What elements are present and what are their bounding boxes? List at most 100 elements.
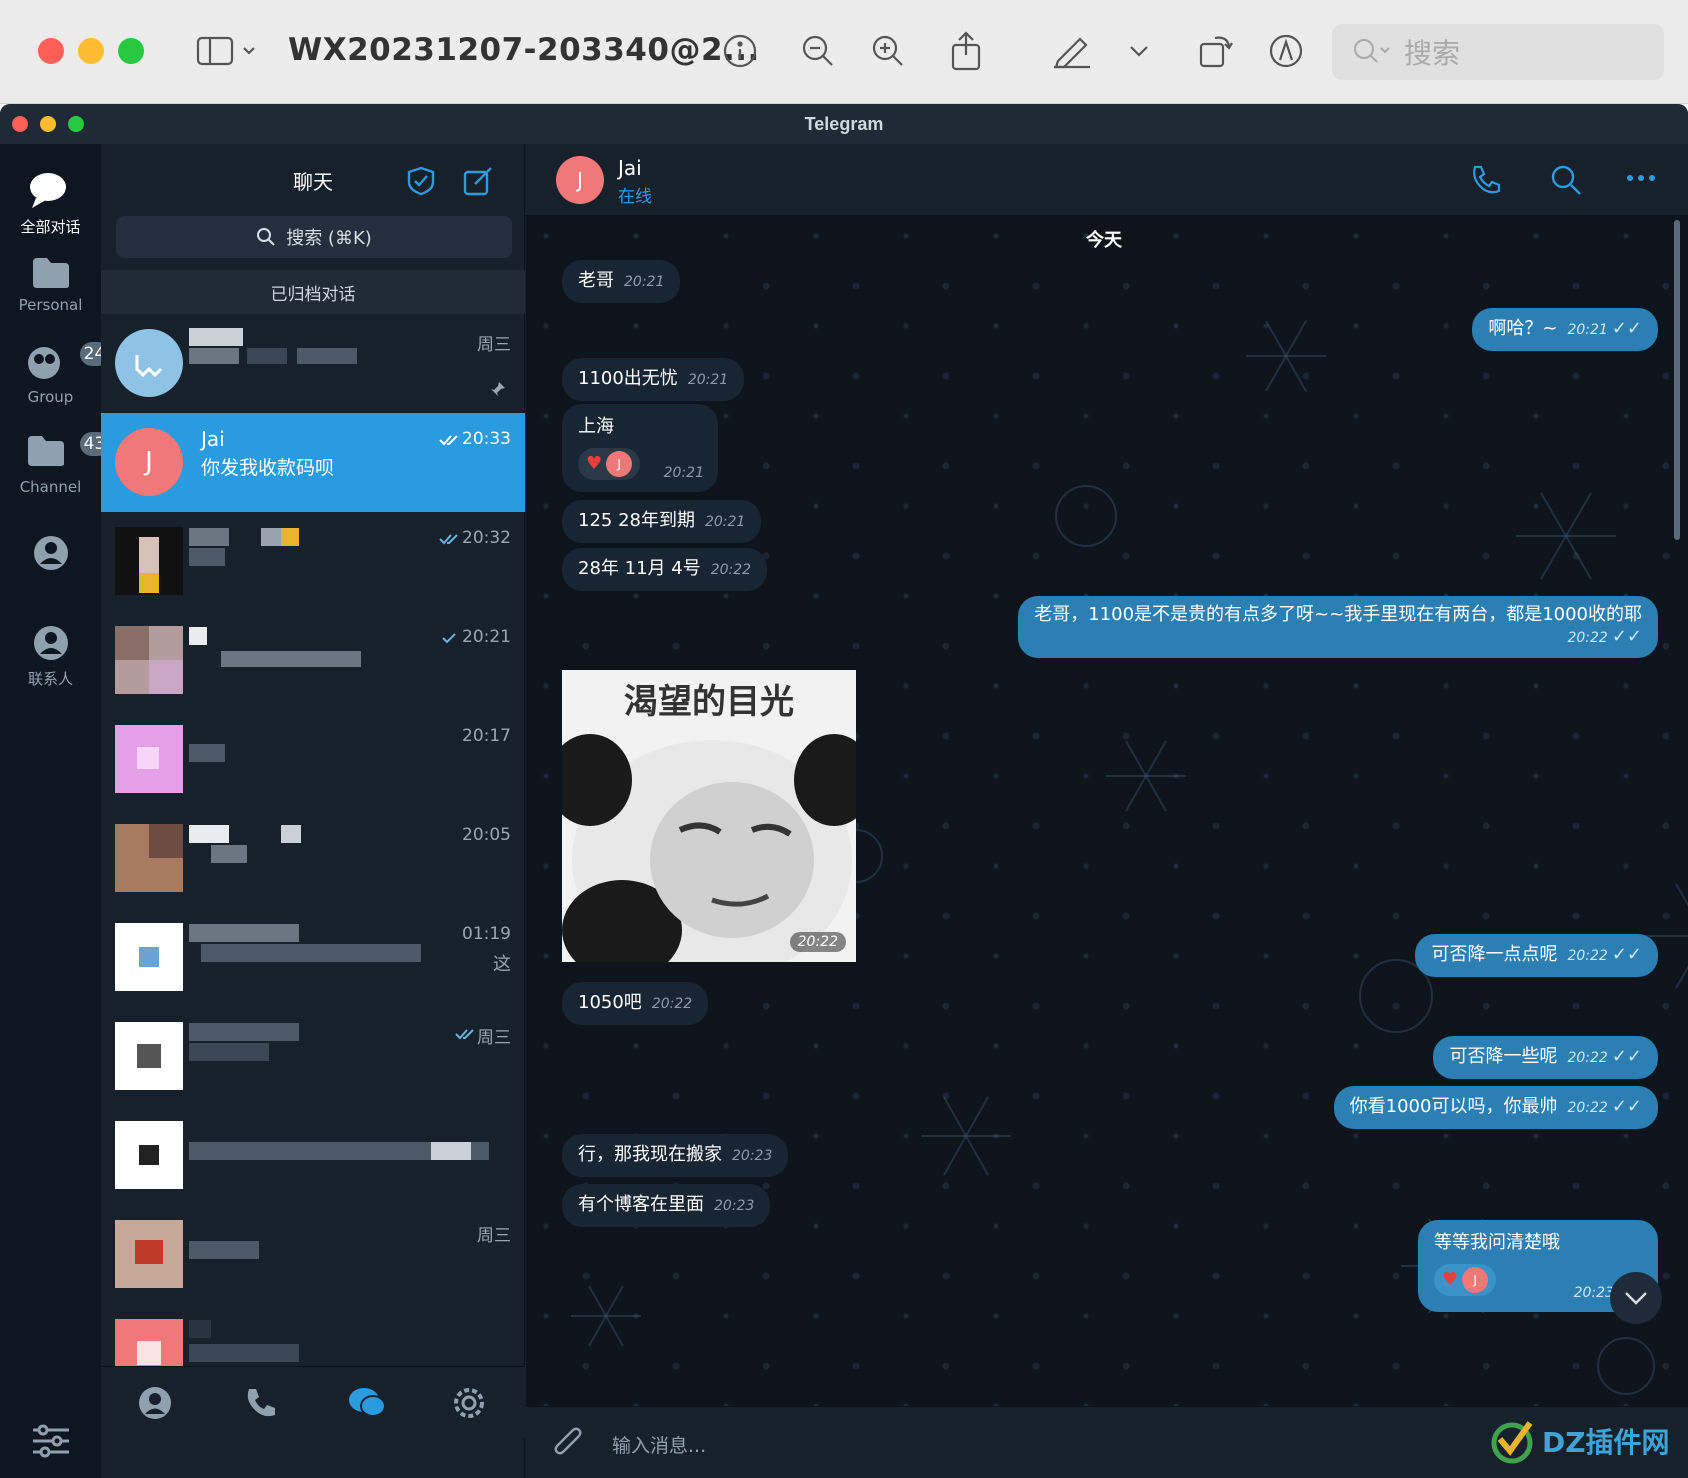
info-icon[interactable] <box>720 28 760 74</box>
message-input[interactable]: 输入消息... <box>612 1431 706 1458</box>
double-check-icon <box>439 534 458 545</box>
more-menu-icon[interactable] <box>1626 172 1656 184</box>
settings-gear-icon[interactable] <box>451 1385 487 1421</box>
message-bubble-out[interactable]: 可否降一些呢 20:22 ✓✓ <box>1433 1036 1658 1079</box>
avatar <box>115 527 183 595</box>
message-time: 20:23 <box>714 1198 755 1214</box>
chat-row[interactable]: 20:17 <box>101 710 525 809</box>
telegram-titlebar: Telegram <box>0 104 1688 144</box>
markup-pen-icon[interactable] <box>1050 28 1094 74</box>
message-time: 20:21 <box>663 465 704 481</box>
watermark-logo: DZ插件网 <box>1490 1417 1670 1465</box>
tg-close-button[interactable] <box>12 116 28 132</box>
chat-row[interactable]: 周三 <box>101 1007 525 1106</box>
rotate-icon[interactable] <box>1196 28 1236 74</box>
avatar[interactable]: J <box>556 156 604 204</box>
chat-row[interactable] <box>101 1106 525 1205</box>
message-bubble-in[interactable]: 行，那我现在搬家 20:23 <box>562 1134 789 1177</box>
message-bubble-out[interactable]: 老哥，1100是不是贵的有点多了呀~~我手里现在有两台，都是1000收的耶 20… <box>1018 596 1658 658</box>
avatar: J <box>115 428 183 496</box>
message-bubble-out[interactable]: 可否降一点点呢 20:22 ✓✓ <box>1415 934 1658 977</box>
contact-status: 在线 <box>618 187 652 207</box>
message-bubble-in[interactable]: 老哥 20:21 <box>562 260 681 303</box>
close-window-button[interactable] <box>38 38 64 64</box>
chat-row-jai[interactable]: J Jai 你发我收款码呗 20:33 <box>101 413 525 512</box>
folder-channel[interactable]: 43 Channel <box>0 430 112 496</box>
chat-row[interactable]: 周三 <box>101 314 525 413</box>
minimize-window-button[interactable] <box>78 38 104 64</box>
folder-personal[interactable]: Personal <box>0 256 101 314</box>
avatar <box>115 1220 183 1288</box>
markup-dropdown-icon[interactable] <box>1124 28 1154 74</box>
folder-custom[interactable] <box>0 534 101 572</box>
read-check-icon: ✓✓ <box>1611 1046 1642 1067</box>
message-time: 20:23 <box>1573 1285 1614 1301</box>
message-time: 20:21 <box>624 274 665 290</box>
attach-paperclip-icon[interactable] <box>552 1427 584 1461</box>
chat-list-panel: 聊天 搜索 (⌘K) 已归档对话 周三 J Jai 你发我收款码呗 20:33 … <box>101 144 525 1478</box>
compose-icon[interactable] <box>463 166 493 196</box>
filter-settings-button[interactable] <box>0 1424 101 1458</box>
zoom-in-icon[interactable] <box>868 28 908 74</box>
phone-call-icon[interactable] <box>1470 164 1502 196</box>
folder-all-chats[interactable]: 全部对话 <box>0 170 101 237</box>
message-bubble-in[interactable]: 125 28年到期 20:21 <box>562 500 762 543</box>
tg-minimize-button[interactable] <box>40 116 56 132</box>
sticker-image[interactable]: 渴望的目光 20:22 <box>562 670 856 962</box>
chats-icon <box>29 173 66 208</box>
chat-time: 20:33 <box>462 429 511 449</box>
message-bubble-in[interactable]: 28年 11月 4号 20:22 <box>562 548 768 591</box>
zoom-window-button[interactable] <box>118 38 144 64</box>
message-time: 20:22 <box>1567 1100 1608 1116</box>
chat-row[interactable]: 01:19 这 <box>101 908 525 1007</box>
share-icon[interactable] <box>946 28 986 74</box>
chat-row[interactable]: 20:21 <box>101 611 525 710</box>
folder-contacts[interactable]: 联系人 <box>0 624 101 689</box>
reaction-chip[interactable]: ♥ J <box>1434 1264 1497 1296</box>
message-time: 20:21 <box>687 372 729 388</box>
check-icon <box>442 633 456 644</box>
avatar <box>115 725 183 793</box>
search-icon[interactable] <box>1550 164 1582 196</box>
message-bubble-in[interactable]: 1100出无忧 20:21 <box>562 358 745 401</box>
scroll-to-bottom-button[interactable] <box>1610 1272 1662 1324</box>
folder-group[interactable]: 24 Group <box>0 340 112 406</box>
message-bubble-out[interactable]: 啊哈？~ 20:21 ✓✓ <box>1472 308 1658 351</box>
chat-search-input[interactable]: 搜索 (⌘K) <box>116 216 512 258</box>
message-text: 125 28年到期 <box>578 510 695 531</box>
chat-background: 今天 老哥 20:21 啊哈？~ 20:21 ✓✓ 1100出无忧 20:21 上海 ♥… <box>526 216 1688 1406</box>
chat-time: 20:17 <box>462 726 511 746</box>
contact-name[interactable]: Jai <box>618 156 642 180</box>
message-bubble-out[interactable]: 你看1000可以吗，你最帅 20:22 ✓✓ <box>1333 1086 1658 1129</box>
calls-icon[interactable] <box>243 1385 279 1421</box>
message-bubble-in[interactable]: 有个博客在里面 20:23 <box>562 1184 771 1227</box>
message-time: 20:22 <box>651 996 693 1012</box>
message-bubble-in[interactable]: 上海 ♥ J 20:21 <box>562 404 718 492</box>
preview-search-field[interactable]: 搜索 <box>1332 24 1664 80</box>
chats-tab-icon[interactable] <box>347 1385 387 1421</box>
sidebar-toggle-icon[interactable] <box>194 28 260 74</box>
message-time: 20:22 <box>710 562 752 578</box>
message-bubble-in[interactable]: 1050吧 20:22 <box>562 982 709 1025</box>
contacts-icon[interactable] <box>137 1385 173 1421</box>
folder-icon <box>32 258 69 288</box>
reaction-chip[interactable]: ♥ J <box>578 448 641 480</box>
avatar <box>115 1121 183 1189</box>
avatar <box>115 824 183 892</box>
shield-check-icon[interactable] <box>407 166 435 196</box>
reactor-avatar: J <box>606 451 633 477</box>
chat-row[interactable]: 周三 <box>101 1205 525 1304</box>
tg-zoom-button[interactable] <box>68 116 84 132</box>
scrollbar[interactable] <box>1674 220 1680 540</box>
pin-icon <box>491 382 505 396</box>
chat-list-header: 聊天 <box>101 144 525 216</box>
folder-label: Group <box>27 388 74 406</box>
message-text: 1100出无忧 <box>578 368 678 389</box>
annotate-icon[interactable] <box>1266 28 1306 74</box>
message-time: 20:22 <box>1567 630 1608 646</box>
zoom-out-icon[interactable] <box>798 28 838 74</box>
message-text: 28年 11月 4号 <box>578 558 701 579</box>
archived-chats-button[interactable]: 已归档对话 <box>101 270 525 314</box>
chat-row[interactable]: 20:32 <box>101 512 525 611</box>
chat-row[interactable]: 20:05 <box>101 809 525 908</box>
